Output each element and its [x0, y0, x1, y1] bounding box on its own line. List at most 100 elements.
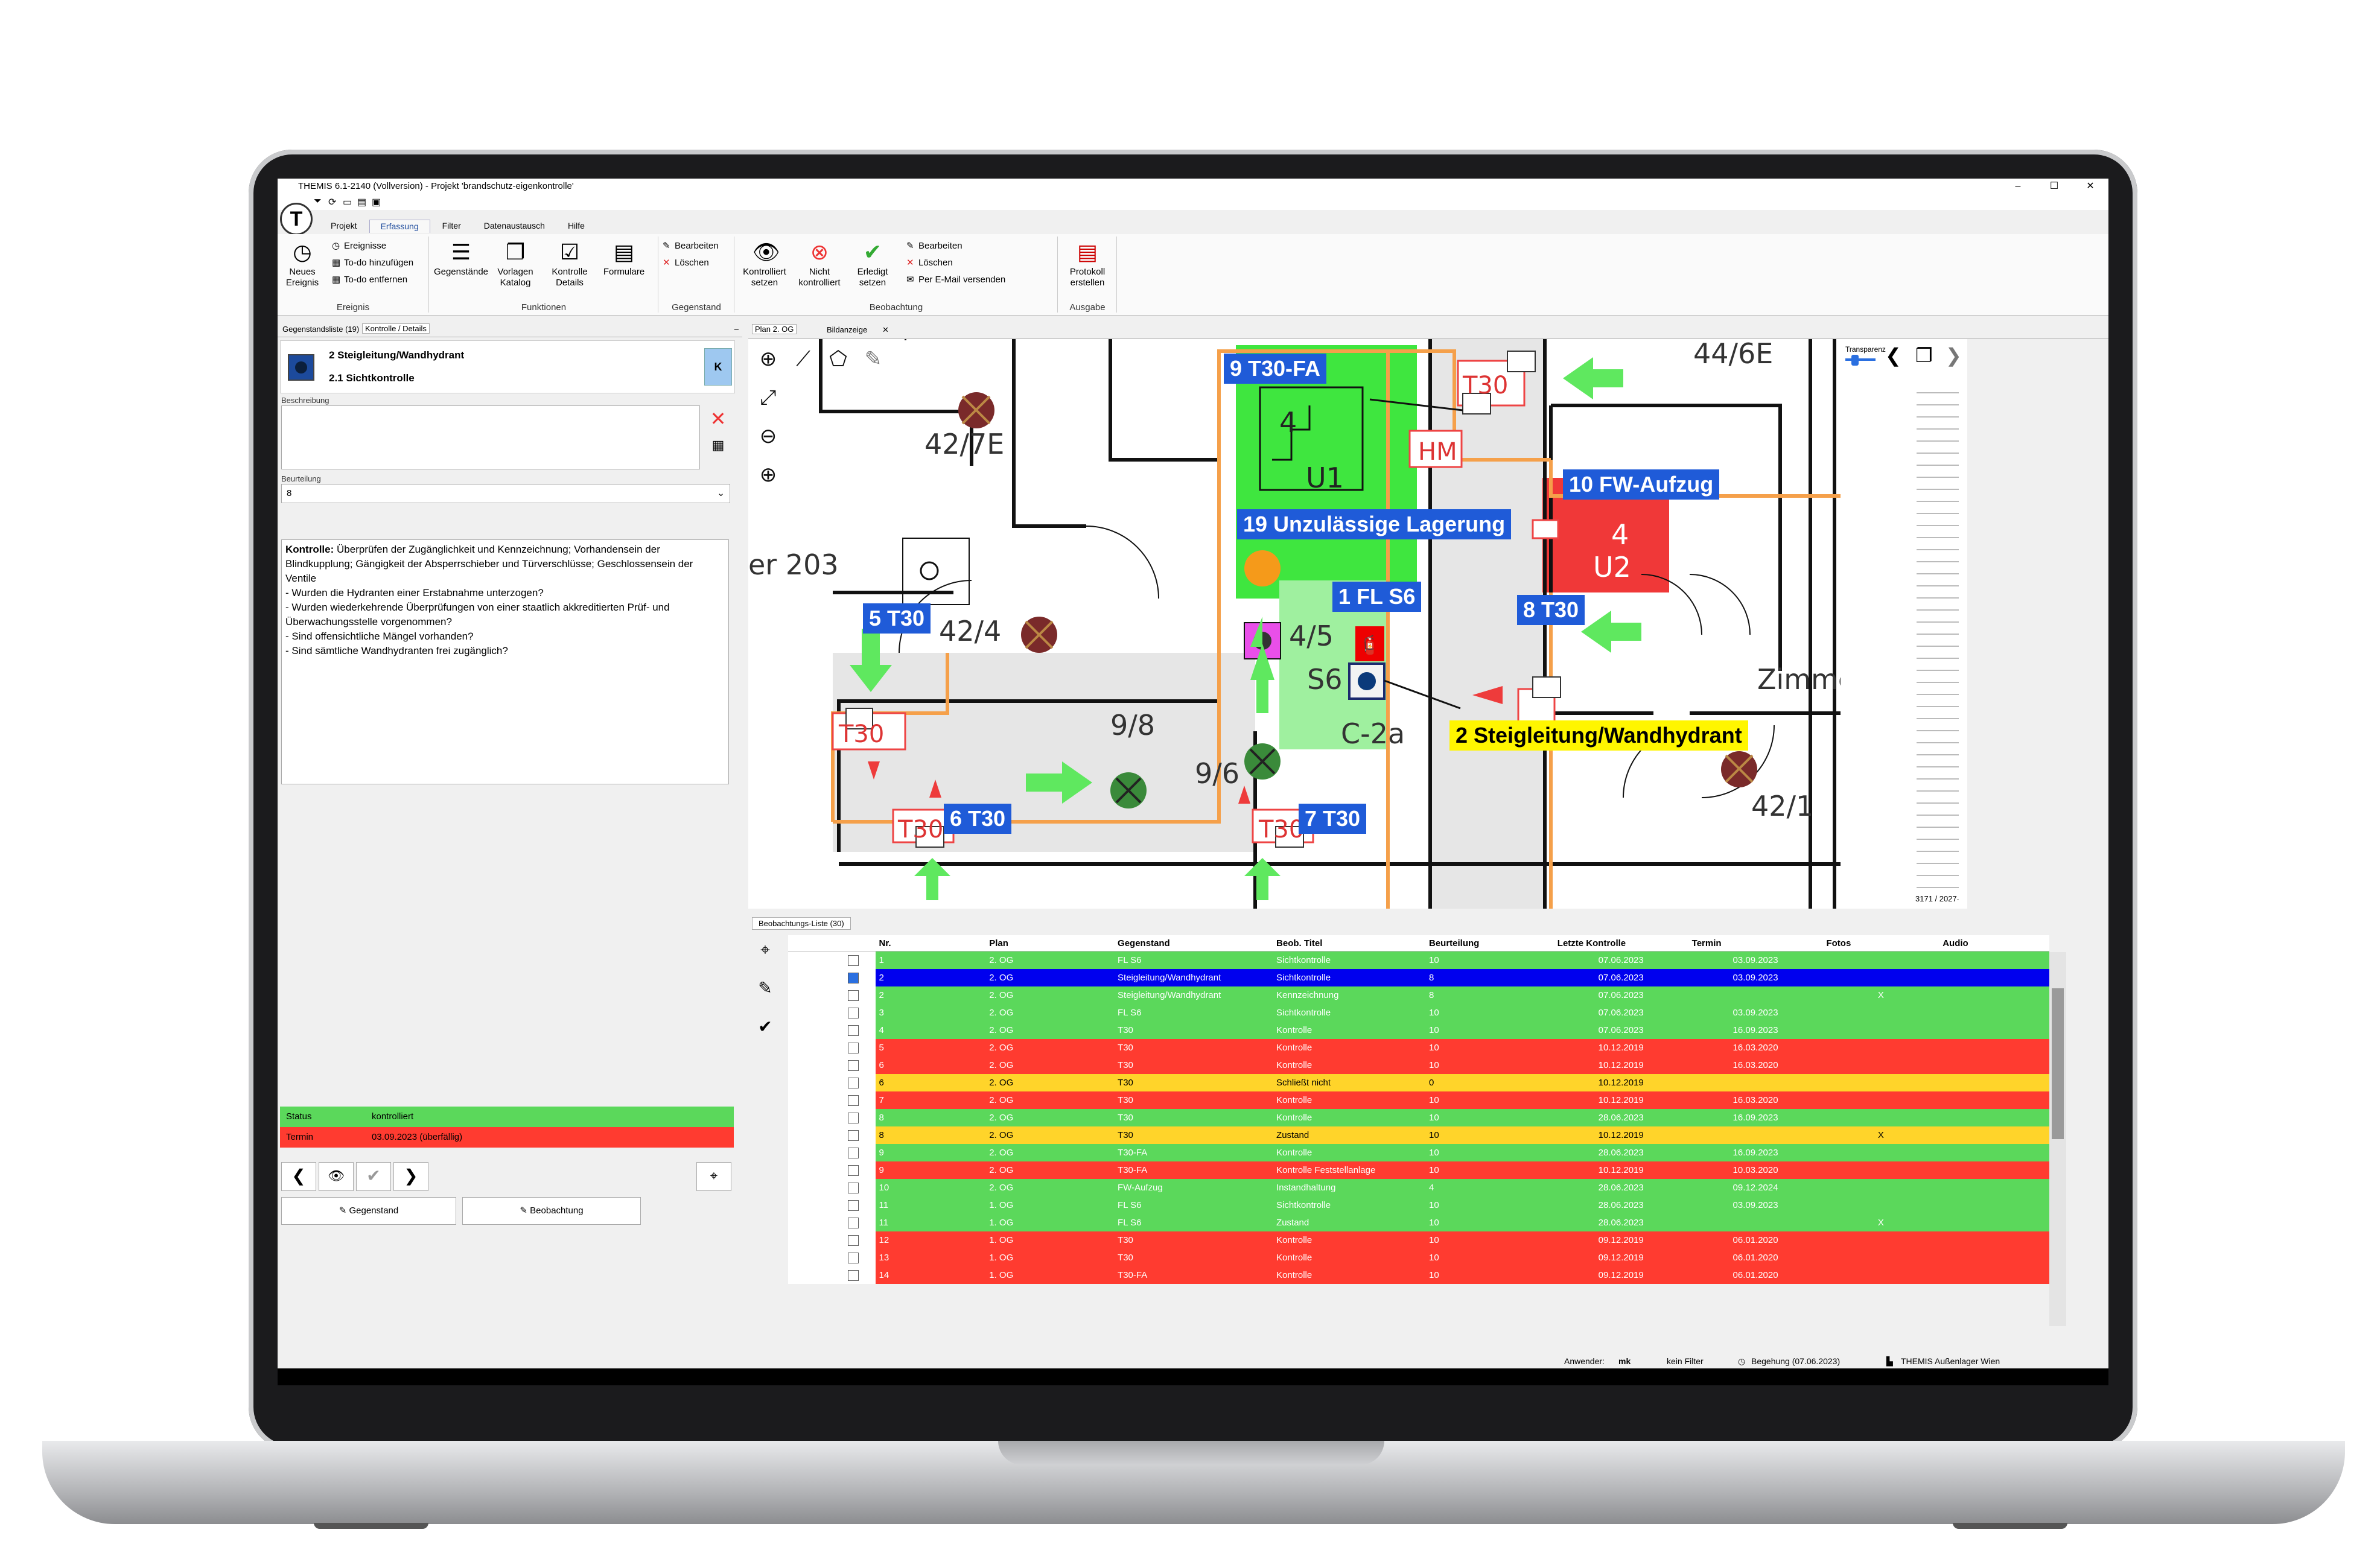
set-checked-button[interactable]: 👁 Kontrolliert setzen	[737, 240, 792, 288]
create-protocol-button[interactable]: ▤ Protokoll erstellen	[1061, 240, 1114, 288]
tab-image-view[interactable]: Bildanzeige	[827, 325, 867, 334]
calendar-icon[interactable]: ▦	[706, 433, 730, 457]
todo-remove-button[interactable]: ▦ To-do entfernen	[332, 274, 407, 285]
row-checkbox[interactable]	[848, 972, 859, 983]
col-gegenstand[interactable]: Gegenstand	[1114, 935, 1273, 951]
email-button[interactable]: ✉ Per E-Mail versenden	[906, 274, 1005, 285]
row-checkbox[interactable]	[848, 1007, 859, 1018]
row-checkbox[interactable]	[848, 1112, 859, 1123]
rating-select[interactable]: 8 ⌄	[281, 484, 730, 503]
marker-label-6[interactable]: 6 T30	[944, 804, 1012, 834]
table-row[interactable]: 6 2. OG T30 Kontrolle 10 10.12.2019 16.03.2020	[788, 1056, 2049, 1074]
transparency-slider[interactable]	[1845, 358, 1876, 361]
eye-icon[interactable]: 👁	[319, 1162, 354, 1191]
marker-label-8[interactable]: 8 T30	[1517, 595, 1585, 625]
previous-icon[interactable]: ❮	[281, 1162, 316, 1191]
not-checked-button[interactable]: ⊗ Nicht kontrolliert	[794, 240, 845, 288]
tab-filter[interactable]: Filter	[431, 220, 472, 233]
refresh-icon[interactable]: ⟳	[328, 196, 336, 208]
pdf-icon[interactable]: ▤	[357, 196, 366, 208]
tab-plan[interactable]: Plan 2. OG	[752, 324, 797, 334]
row-checkbox[interactable]	[848, 1129, 859, 1141]
observation-edit-button[interactable]: ✎ Bearbeiten	[906, 240, 962, 251]
description-field[interactable]	[281, 405, 700, 469]
row-checkbox[interactable]	[848, 1269, 859, 1281]
table-row[interactable]: 4 2. OG T30 Kontrolle 10 07.06.2023 16.09.2023	[788, 1021, 2049, 1039]
new-event-button[interactable]: ◷ Neues Ereignis	[281, 240, 323, 288]
forms-button[interactable]: ▤ Formulare	[599, 240, 649, 278]
col-plan[interactable]: Plan	[985, 935, 1115, 951]
row-checkbox[interactable]	[848, 1147, 859, 1158]
row-checkbox[interactable]	[848, 1234, 859, 1246]
pencil-icon[interactable]: ✎	[753, 976, 777, 1000]
minimize-icon[interactable]: –	[2000, 179, 2036, 194]
checkmark-icon[interactable]: ✔	[356, 1162, 391, 1191]
previous-icon[interactable]: ❮	[1885, 344, 1901, 367]
tab-item-list[interactable]: Gegenstandsliste (19)	[282, 325, 359, 334]
table-row[interactable]: 10 2. OG FW-Aufzug Instandhaltung 4 28.06.202…	[788, 1179, 2049, 1196]
col-letzte-kontrolle[interactable]: Letzte Kontrolle	[1553, 935, 1688, 951]
polygon-icon[interactable]: ⬠	[823, 344, 853, 374]
item-button[interactable]: ✎ Gegenstand	[281, 1197, 456, 1225]
table-row[interactable]: 8 2. OG T30 Kontrolle 10 28.06.2023 16.09.2023	[788, 1109, 2049, 1126]
draw-icon[interactable]: ✎	[858, 344, 888, 374]
app-logo[interactable]: T	[280, 203, 313, 235]
col-nr[interactable]: Nr.	[875, 935, 986, 951]
tab-datenaustausch[interactable]: Datenaustausch	[473, 220, 556, 233]
tab-control-details[interactable]: Kontrolle / Details	[362, 323, 430, 334]
row-checkbox[interactable]	[848, 955, 859, 966]
table-row[interactable]: 11 1. OG FL S6 Zustand 10 28.06.2023 X	[788, 1214, 2049, 1231]
table-row[interactable]: 2 2. OG Steigleitung/Wandhydrant Sichtkontr…	[788, 969, 2049, 986]
panel-minimize-icon[interactable]: –	[734, 325, 739, 334]
control-details-button[interactable]: ☑ Kontrolle Details	[544, 240, 595, 288]
row-checkbox[interactable]	[848, 1094, 859, 1106]
filter-icon[interactable]: ⏷	[314, 196, 322, 207]
tab-close-icon[interactable]: ✕	[882, 325, 889, 335]
zoom-out-icon[interactable]: ⊖	[753, 421, 783, 451]
observation-delete-button[interactable]: ✕ Löschen	[906, 257, 953, 268]
table-row[interactable]: 13 1. OG T30 Kontrolle 10 09.12.2019 06.01.202…	[788, 1249, 2049, 1266]
pages-icon[interactable]: ❐	[1915, 344, 1933, 367]
table-row[interactable]: 1 2. OG FL S6 Sichtkontrolle 10 07.06.2023 03.…	[788, 951, 2049, 969]
tab-erfassung[interactable]: Erfassung	[369, 220, 430, 233]
close-icon[interactable]: ✕	[2072, 179, 2108, 194]
table-row[interactable]: 7 2. OG T30 Kontrolle 10 10.12.2019 16.03.2020	[788, 1091, 2049, 1109]
row-checkbox[interactable]	[848, 990, 859, 1001]
table-row[interactable]: 14 1. OG T30-FA Kontrolle 10 09.12.2019 06.01.…	[788, 1266, 2049, 1284]
table-row[interactable]: 11 1. OG FL S6 Sichtkontrolle 10 28.06.2023 03…	[788, 1196, 2049, 1214]
marker-label-9[interactable]: 9 T30-FA	[1224, 354, 1327, 384]
zoom-in-icon[interactable]: ⊕	[753, 460, 783, 490]
template-catalog-button[interactable]: ❐ Vorlagen Katalog	[490, 240, 541, 288]
table-row[interactable]: 9 2. OG T30-FA Kontrolle 10 28.06.2023 16.09.2…	[788, 1144, 2049, 1161]
row-checkbox[interactable]	[848, 1252, 859, 1263]
polyline-icon[interactable]: ⟋	[788, 344, 818, 374]
items-button[interactable]: ☰ Gegenstände	[433, 240, 489, 278]
map-pin-icon[interactable]: ⌖	[696, 1162, 731, 1191]
table-row[interactable]: 5 2. OG T30 Kontrolle 10 10.12.2019 16.03.2020	[788, 1039, 2049, 1056]
marker-label-19[interactable]: 19 Unzulässige Lagerung	[1237, 509, 1512, 539]
tab-observation-list[interactable]: Beobachtungs-Liste (30)	[752, 917, 851, 930]
observation-button[interactable]: ✎ Beobachtung	[462, 1197, 641, 1225]
table-row[interactable]: 6 2. OG T30 Schließt nicht 0 10.12.2019	[788, 1074, 2049, 1091]
window-icon[interactable]: ▭	[343, 196, 352, 208]
maximize-icon[interactable]: ☐	[2036, 179, 2072, 194]
checkmark-icon[interactable]: ✔	[753, 1015, 777, 1039]
tab-projekt[interactable]: Projekt	[320, 220, 368, 233]
marker-label-10[interactable]: 10 FW-Aufzug	[1563, 469, 1720, 500]
table-row[interactable]: 9 2. OG T30-FA Kontrolle Feststellanlage 10 1…	[788, 1161, 2049, 1179]
marker-label-1[interactable]: 1 FL S6	[1332, 582, 1422, 612]
item-edit-button[interactable]: ✎ Bearbeiten	[663, 240, 719, 251]
table-row[interactable]: 12 1. OG T30 Kontrolle 10 09.12.2019 06.01.202…	[788, 1231, 2049, 1249]
list-scrollbar[interactable]	[2049, 952, 2066, 1326]
row-checkbox[interactable]	[848, 1199, 859, 1211]
col-fotos[interactable]: Fotos	[1822, 935, 1939, 951]
table-row[interactable]: 2 2. OG Steigleitung/Wandhydrant Kennzeichn…	[788, 986, 2049, 1004]
scrollbar-thumb[interactable]	[2052, 988, 2064, 1139]
next-icon[interactable]: ❯	[393, 1162, 428, 1191]
fit-view-icon[interactable]: ⤢	[753, 383, 783, 413]
row-checkbox[interactable]	[848, 1164, 859, 1176]
row-checkbox[interactable]	[848, 1042, 859, 1053]
set-done-button[interactable]: ✔ Erledigt setzen	[847, 240, 898, 288]
item-delete-button[interactable]: ✕ Löschen	[663, 257, 709, 268]
marker-label-2[interactable]: 2 Steigleitung/Wandhydrant	[1449, 720, 1748, 751]
